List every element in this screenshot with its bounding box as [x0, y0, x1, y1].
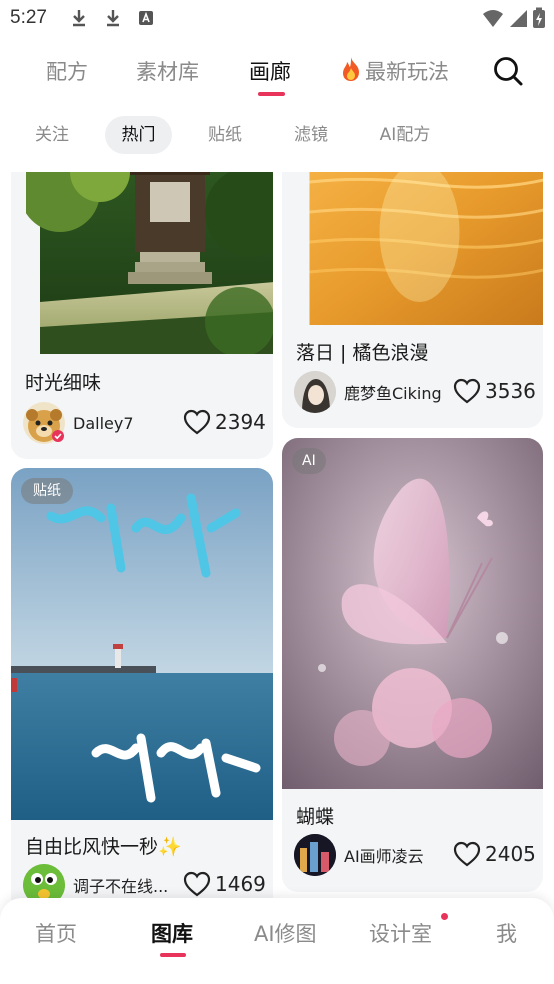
subtab-filters[interactable]: 滤镜 [279, 116, 343, 154]
gallery-feed: 时光细味 Dalley7 2394 贴纸 自由比风快一秒✨ 调子不在线... 1… [0, 172, 554, 900]
tab-materials[interactable]: 素材库 [136, 56, 199, 86]
top-tab-bar: 配方 素材库 画廊 最新玩法 [0, 48, 554, 98]
post-title: 自由比风快一秒✨ [25, 832, 182, 859]
top-tab-active-indicator [258, 92, 285, 96]
author-name: 鹿梦鱼Ciking [344, 384, 442, 403]
download-icon [107, 10, 119, 27]
verified-badge-icon [52, 430, 64, 442]
tab-latest-label: 最新玩法 [365, 60, 449, 84]
sub-tab-bar: 关注 热门 贴纸 滤镜 AI配方 [0, 116, 554, 154]
wifi-icon [483, 10, 503, 27]
status-bar: 5:27 [0, 0, 554, 38]
avatar [294, 371, 336, 413]
city-night-avatar-image [294, 834, 336, 876]
nav-ai-retouch[interactable]: AI修图 [254, 918, 317, 948]
gallery-card[interactable]: 贴纸 自由比风快一秒✨ 调子不在线... 1469 [11, 468, 273, 900]
nav-gallery[interactable]: 图库 [151, 918, 193, 948]
bottom-nav-active-indicator [160, 953, 186, 957]
like-count-value: 3536 [485, 379, 536, 403]
nav-design-studio[interactable]: 设计室 [369, 918, 432, 948]
post-title: 时光细味 [25, 372, 102, 394]
post-title: 落日 | 橘色浪漫 [296, 342, 429, 364]
author-name: 调子不在线... [73, 877, 169, 896]
status-icons [482, 7, 546, 29]
bottom-nav: 首页 图库 AI修图 设计室 我 [0, 898, 554, 984]
sparkle-emoji: ✨ [158, 836, 182, 858]
like-count[interactable]: 2394 [183, 409, 266, 435]
download-icon [73, 10, 85, 27]
subtab-stickers[interactable]: 贴纸 [193, 116, 257, 154]
status-time: 5:27 [10, 7, 47, 28]
like-count[interactable]: 1469 [183, 871, 266, 897]
nav-home[interactable]: 首页 [35, 918, 77, 948]
author-name: AI画师凌云 [344, 847, 424, 866]
post-title-text: 自由比风快一秒 [25, 836, 159, 858]
author[interactable]: 鹿梦鱼Ciking [294, 371, 442, 413]
post-image [309, 172, 543, 325]
avatar [294, 834, 336, 876]
battery-charging-icon [533, 7, 545, 28]
post-tag-badge: 贴纸 [21, 478, 73, 504]
heart-icon [453, 841, 481, 867]
search-icon[interactable] [492, 55, 524, 87]
heart-icon [453, 378, 481, 404]
heart-icon [183, 871, 211, 897]
cartoon-avatar-image [23, 864, 65, 900]
subtab-follow[interactable]: 关注 [20, 116, 84, 154]
tab-recipes[interactable]: 配方 [46, 56, 88, 86]
gallery-card[interactable]: 时光细味 Dalley7 2394 [11, 172, 273, 459]
nav-me[interactable]: 我 [496, 918, 517, 948]
post-image [11, 468, 273, 820]
post-image [282, 438, 543, 789]
like-count[interactable]: 2405 [453, 841, 536, 867]
author-name: Dalley7 [73, 413, 134, 433]
signal-icon [510, 10, 527, 27]
author[interactable]: Dalley7 [23, 402, 134, 444]
like-count-value: 2405 [485, 842, 536, 866]
subtab-hot[interactable]: 热门 [105, 116, 172, 154]
like-count-value: 1469 [215, 872, 266, 896]
tab-latest[interactable]: 最新玩法 [339, 56, 449, 86]
author[interactable]: 调子不在线... [23, 864, 168, 900]
fire-icon [343, 57, 359, 81]
post-tag-badge: AI [292, 448, 326, 474]
gallery-card[interactable]: AI 蝴蝶 AI画师凌云 2405 [282, 438, 543, 892]
like-count[interactable]: 3536 [453, 378, 536, 404]
author[interactable]: AI画师凌云 [294, 834, 424, 876]
girl-avatar-image [294, 371, 336, 413]
notification-dot [441, 913, 448, 920]
post-title: 蝴蝶 [296, 806, 335, 828]
like-count-value: 2394 [215, 410, 266, 434]
gallery-card[interactable]: 落日 | 橘色浪漫 鹿梦鱼Ciking 3536 [282, 172, 543, 428]
avatar [23, 864, 65, 900]
heart-icon [183, 409, 211, 435]
tab-gallery[interactable]: 画廊 [249, 56, 291, 86]
app-notification-icon [139, 11, 153, 25]
subtab-ai-recipes[interactable]: AI配方 [368, 116, 442, 154]
post-image [26, 172, 273, 354]
